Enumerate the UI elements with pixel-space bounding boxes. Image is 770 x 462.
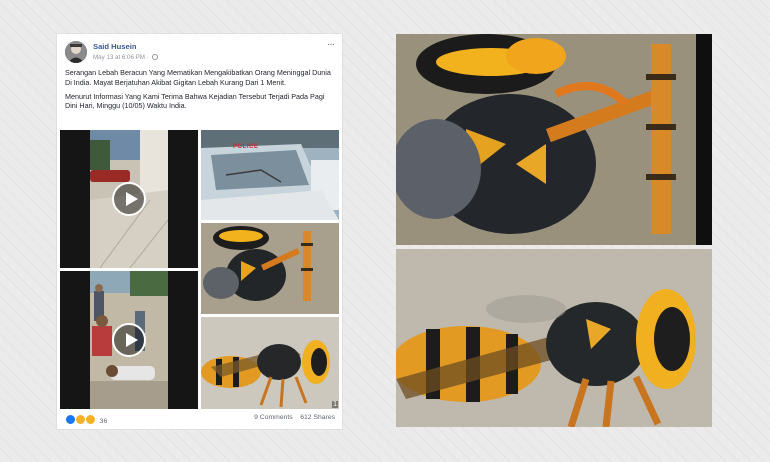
more-icon[interactable]: ··· <box>327 39 335 50</box>
wow-reaction-icon <box>84 414 96 425</box>
shares-count[interactable]: 612 Shares <box>300 414 335 421</box>
post-paragraph: Menurut Informasi Yang Kami Terima Bahwa… <box>65 91 325 111</box>
photo-hornet-side[interactable]: 1 <box>201 317 339 409</box>
large-photo-hornet-closeup <box>396 34 712 245</box>
play-icon[interactable] <box>112 182 146 216</box>
video-thumbnail[interactable] <box>60 130 198 268</box>
police-car-image <box>201 130 339 220</box>
photo-police-car[interactable]: POLICE <box>201 130 339 220</box>
photo-hornet-closeup[interactable] <box>201 223 339 314</box>
hornet-closeup-image <box>201 223 339 314</box>
large-hornet-side-image <box>396 249 712 427</box>
post-meta: May 13 at 6:06 PM · <box>93 54 159 61</box>
comments-count[interactable]: 9 Comments <box>254 414 293 421</box>
more-photos-badge: 1 <box>332 401 338 408</box>
police-label: POLICE <box>233 144 259 150</box>
post-author-name[interactable]: Said Husein <box>93 42 136 51</box>
post-footer: 36 9 Comments 612 Shares <box>65 414 335 425</box>
reactions-count[interactable]: 36 <box>100 418 108 425</box>
large-hornet-closeup-image <box>396 34 712 245</box>
play-icon[interactable] <box>112 323 146 357</box>
video-thumbnail[interactable] <box>60 271 198 409</box>
avatar-photo <box>65 41 87 63</box>
post-timestamp[interactable]: May 13 at 6:06 PM <box>93 54 145 61</box>
avatar[interactable] <box>65 41 87 63</box>
post-text: Serangan Lebah Beracun Yang Mematikan Me… <box>65 68 335 115</box>
large-photo-hornet-side <box>396 249 712 427</box>
post-paragraph: Serangan Lebah Beracun Yang Mematikan Me… <box>65 68 331 87</box>
hornet-side-image <box>201 317 339 409</box>
globe-icon <box>152 54 159 60</box>
facebook-post-card: Said Husein May 13 at 6:06 PM · ··· Sera… <box>57 34 342 429</box>
engagement-counts: 9 Comments 612 Shares <box>254 414 335 421</box>
